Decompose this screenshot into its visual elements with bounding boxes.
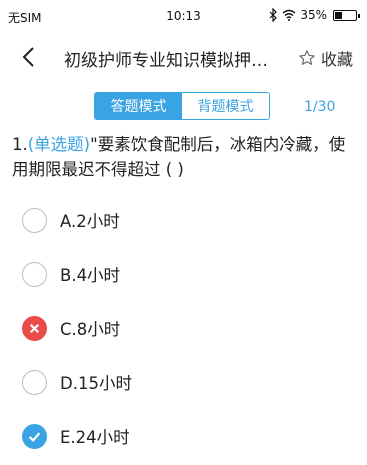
question-number: 1. [12,135,28,154]
option-b[interactable]: B.4小时 [22,256,120,292]
question-progress: 1/30 [304,99,336,115]
option-a[interactable]: A.2小时 [22,202,120,238]
radio-icon [22,261,47,287]
option-label: C.8小时 [60,320,121,339]
option-c[interactable]: C.8小时 [22,310,120,346]
tab-answer-mode[interactable]: 答题模式 [95,93,182,119]
checkmark-icon [28,431,41,442]
radio-icon [22,207,47,233]
question-text: 1.(单选题)"要素饮食配制后，冰箱内冷藏，使用期限最迟不得超过 ( ) [12,132,360,182]
option-label: E.24小时 [60,428,130,447]
favorite-button[interactable]: 收藏 [298,46,353,70]
option-label: A.2小时 [60,212,120,231]
option-label: D.15小时 [60,374,132,393]
option-e[interactable]: E.24小时 [22,418,130,454]
question-type: (单选题) [27,135,91,154]
battery-fill [335,11,342,19]
page-title: 初级护师专业知识模拟押… [64,51,268,71]
nav-bar: 初级护师专业知识模拟押… 收藏 [0,32,367,82]
radio-icon [22,369,47,395]
option-d[interactable]: D.15小时 [22,364,132,400]
back-arrow-icon[interactable] [14,42,44,72]
status-bar: 无SIM 10:13 35% [0,0,367,32]
tab-review-mode[interactable]: 背题模式 [182,93,269,119]
bluetooth-icon [269,8,278,22]
mode-switch: 答题模式 背题模式 [94,92,270,120]
battery-percent: 35% [300,8,327,22]
wifi-icon [282,9,296,21]
correct-answer-icon [22,423,47,449]
option-label: B.4小时 [60,266,121,285]
battery-icon [333,9,360,21]
favorite-label: 收藏 [320,50,353,69]
cross-icon [29,323,40,333]
status-icons: 35% [268,8,360,22]
wrong-answer-icon [22,315,47,341]
star-outline-icon [299,50,315,65]
